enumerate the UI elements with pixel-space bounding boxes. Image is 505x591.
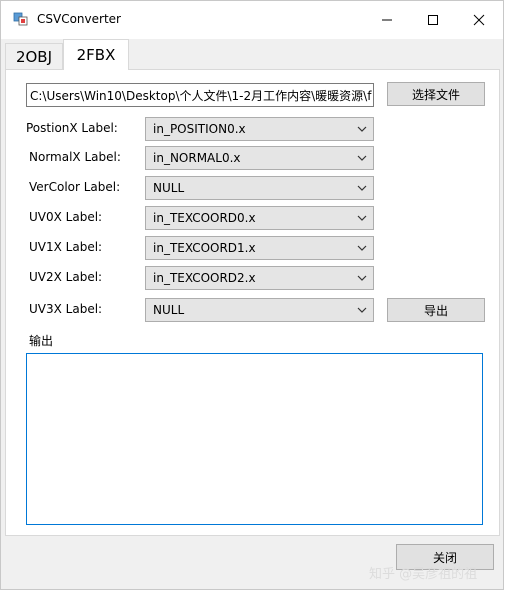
uv1x-label: UV1X Label: [29, 240, 103, 254]
chevron-down-icon [357, 155, 367, 161]
uv1x-value: in_TEXCOORD1.x [153, 241, 256, 255]
chevron-down-icon [357, 215, 367, 221]
minimize-button[interactable] [364, 1, 410, 39]
normalx-combo[interactable]: in_NORMAL0.x [145, 146, 374, 170]
uv2x-combo[interactable]: in_TEXCOORD2.x [145, 266, 374, 290]
output-label: 输出 [29, 334, 54, 348]
close-icon [473, 14, 485, 26]
app-icon [13, 12, 28, 26]
minimize-icon [382, 19, 392, 21]
app-window: CSVConverter 2OBJ 2FBX C:\Users\Win10\De… [0, 0, 504, 590]
chevron-down-icon [357, 275, 367, 281]
uv1x-combo[interactable]: in_TEXCOORD1.x [145, 236, 374, 260]
uv3x-combo[interactable]: NULL [145, 298, 374, 322]
chevron-down-icon [357, 185, 367, 191]
uv3x-value: NULL [153, 303, 185, 317]
output-textarea[interactable] [26, 353, 483, 525]
positionx-value: in_POSITION0.x [153, 122, 246, 136]
chevron-down-icon [357, 307, 367, 313]
uv2x-value: in_TEXCOORD2.x [153, 271, 256, 285]
watermark: 知乎 @吴彦祖的祖 [369, 567, 478, 582]
window-title: CSVConverter [37, 12, 121, 26]
maximize-button[interactable] [410, 1, 456, 39]
tab-2obj[interactable]: 2OBJ [5, 43, 63, 69]
uv0x-combo[interactable]: in_TEXCOORD0.x [145, 206, 374, 230]
positionx-combo[interactable]: in_POSITION0.x [145, 117, 374, 141]
positionx-label: PostionX Label: [26, 121, 118, 135]
file-path-field[interactable]: C:\Users\Win10\Desktop\个人文件\1-2月工作内容\暖暖资… [26, 83, 374, 107]
uv0x-label: UV0X Label: [29, 210, 103, 224]
chevron-down-icon [357, 245, 367, 251]
normalx-value: in_NORMAL0.x [153, 151, 241, 165]
title-bar[interactable]: CSVConverter [1, 1, 503, 39]
close-window-button[interactable] [456, 1, 502, 39]
uv0x-value: in_TEXCOORD0.x [153, 211, 256, 225]
uv3x-label: UV3X Label: [29, 302, 103, 316]
tab-2fbx[interactable]: 2FBX [63, 39, 129, 70]
normalx-label: NormalX Label: [29, 150, 121, 164]
vercolor-value: NULL [153, 181, 185, 195]
export-button[interactable]: 导出 [387, 298, 485, 322]
vercolor-combo[interactable]: NULL [145, 176, 374, 200]
maximize-icon [428, 15, 438, 25]
vercolor-label: VerColor Label: [29, 180, 121, 194]
select-file-button[interactable]: 选择文件 [387, 82, 485, 106]
chevron-down-icon [357, 126, 367, 132]
uv2x-label: UV2X Label: [29, 270, 103, 284]
